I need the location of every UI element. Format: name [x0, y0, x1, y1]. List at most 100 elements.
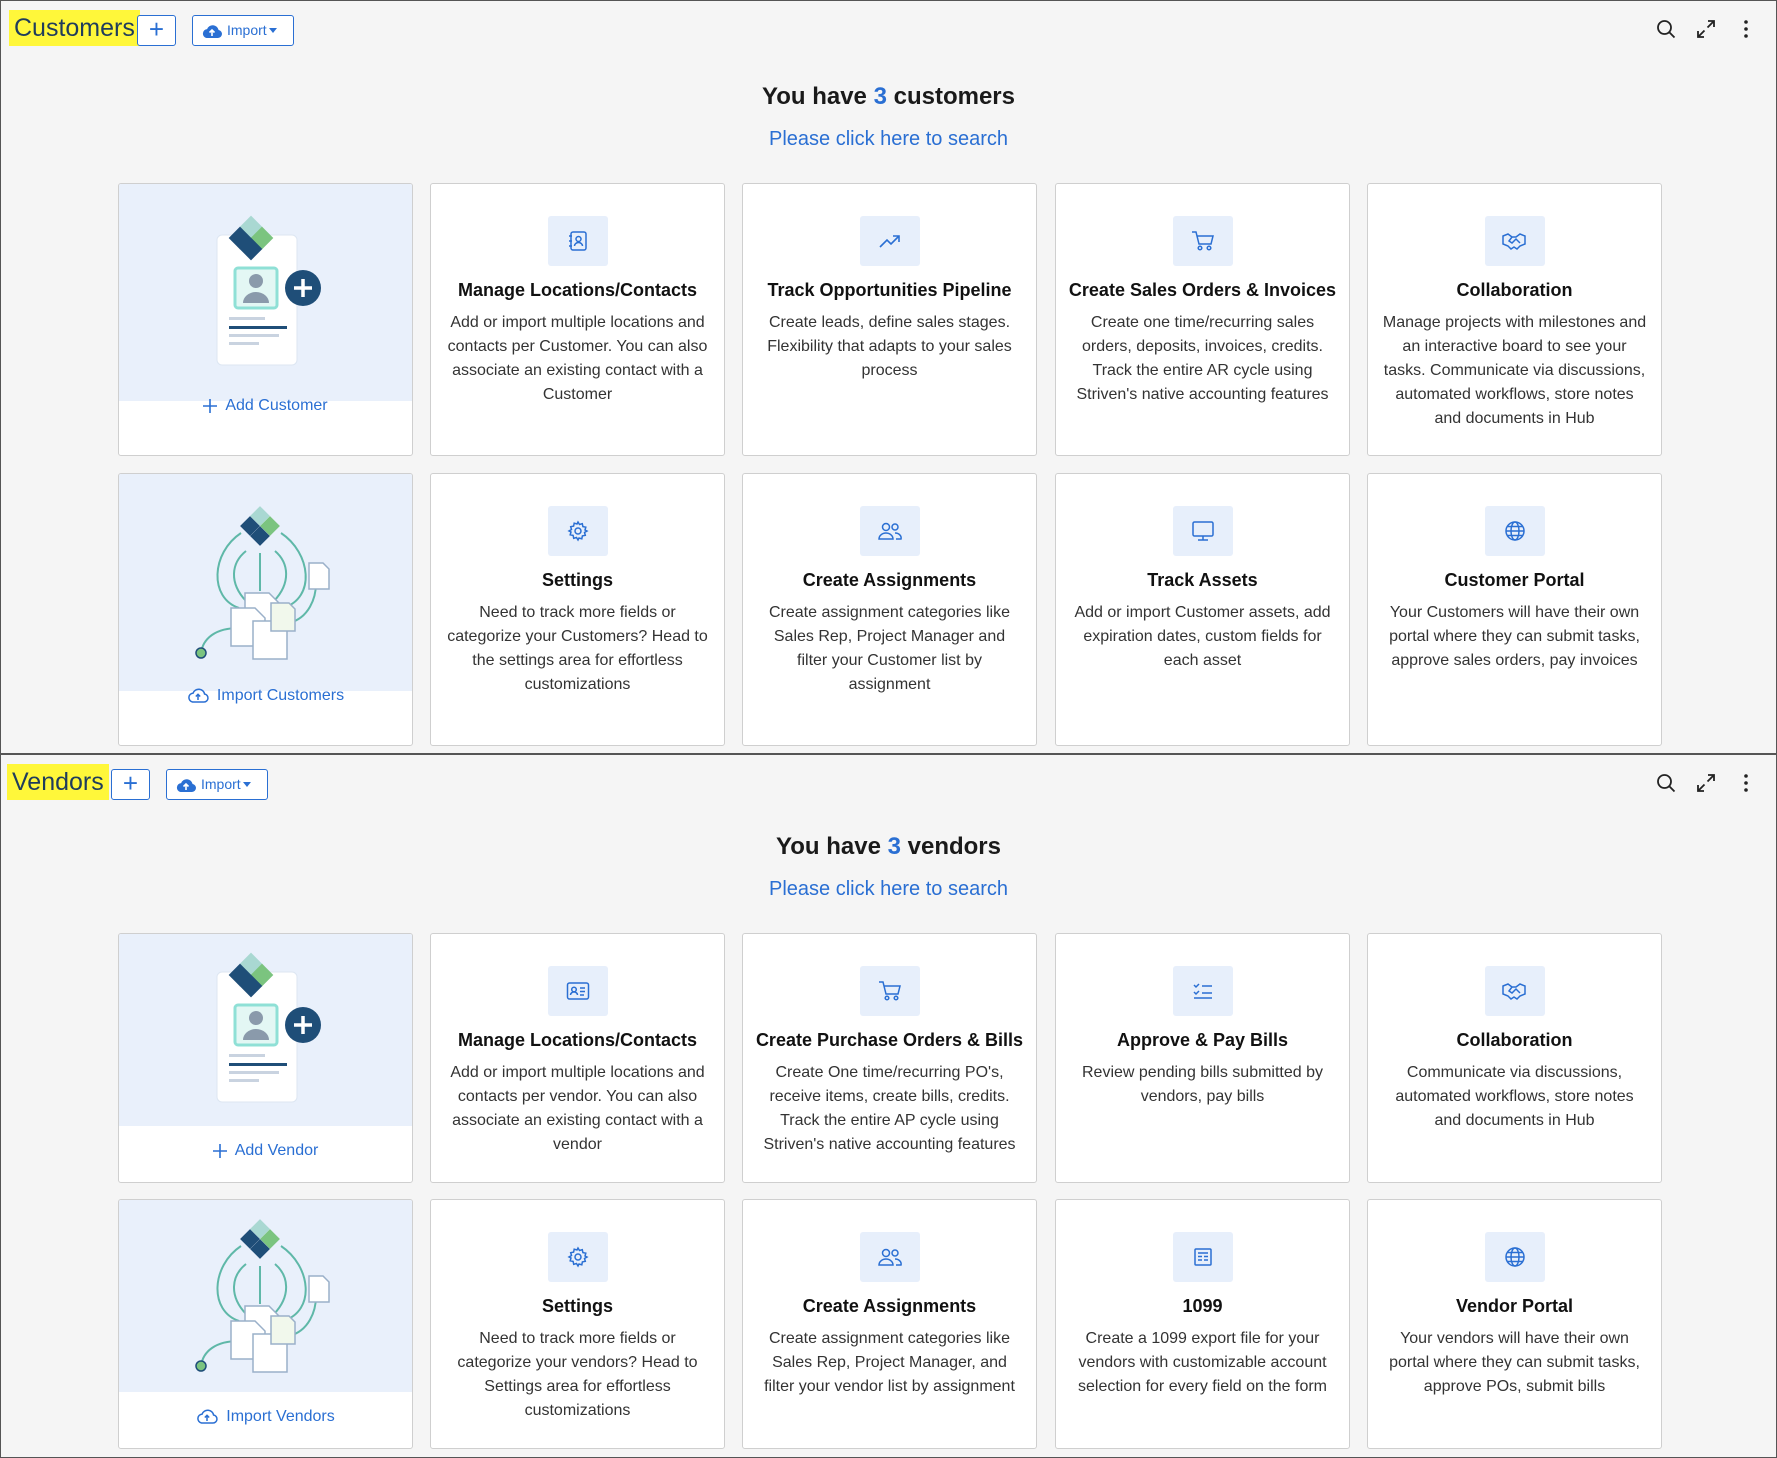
card-title: 1099 [1182, 1296, 1223, 1316]
feature-card-assignments[interactable]: Create Assignments Create assignment cat… [742, 1199, 1037, 1449]
plus-icon [212, 1144, 227, 1163]
checklist-icon [1172, 966, 1233, 1016]
add-customer-link[interactable]: Add Customer [119, 397, 412, 418]
card-description: Add or import multiple locations and con… [450, 1064, 705, 1153]
expand-icon[interactable] [1694, 771, 1718, 795]
import-customers-label: Import Customers [216, 687, 345, 704]
import-dropdown-button[interactable]: Import [166, 769, 268, 800]
card-title: Manage Locations/Contacts [457, 1030, 698, 1050]
card-title: Track Assets [1147, 570, 1258, 590]
feature-card-portal[interactable]: Vendor Portal Your vendors will have the… [1367, 1199, 1662, 1449]
feature-card-manage-contacts[interactable]: Manage Locations/Contacts Add or import … [430, 933, 725, 1183]
card-description: Manage projects with milestones and an i… [1382, 314, 1647, 427]
cloud-upload-icon [176, 779, 196, 792]
gear-icon [547, 1232, 608, 1282]
add-customer-card[interactable]: Add Customer [118, 183, 413, 456]
feature-card-1099[interactable]: 1099 Create a 1099 export file for your … [1055, 1199, 1350, 1449]
vendors-panel: Vendors + Import You have 3 vendors Plea… [0, 754, 1777, 1458]
feature-card-settings[interactable]: Settings Need to track more fields or ca… [430, 1199, 725, 1449]
more-vertical-icon[interactable] [1734, 771, 1758, 795]
import-dropdown-button[interactable]: Import [192, 15, 294, 46]
users-icon [859, 1232, 920, 1282]
customers-panel: Customers + Import You have 3 customers … [0, 0, 1777, 754]
import-customers-link[interactable]: Import Customers [119, 687, 412, 708]
plus-icon [203, 399, 218, 418]
feature-card-manage-contacts[interactable]: Manage Locations/Contacts Add or import … [430, 183, 725, 456]
feature-card-assignments[interactable]: Create Assignments Create assignment cat… [742, 473, 1037, 746]
form-icon [1172, 1232, 1233, 1282]
handshake-icon [1484, 966, 1545, 1016]
card-description: Create a 1099 export file for your vendo… [1077, 1330, 1327, 1395]
monitor-icon [1172, 506, 1233, 556]
feature-card-collaboration[interactable]: Collaboration Communicate via discussion… [1367, 933, 1662, 1183]
add-vendor-label: Add Vendor [234, 1142, 319, 1159]
heading-prefix: You have [761, 83, 867, 110]
add-vendor-card[interactable]: Add Vendor [118, 933, 413, 1183]
chevron-down-icon [268, 28, 277, 33]
heading-suffix: vendors [907, 833, 1001, 860]
customers-titlebar: Customers + Import [1, 1, 1776, 57]
cloud-upload-icon [202, 25, 222, 38]
contact-illustration [119, 934, 412, 1126]
feature-card-purchase-orders[interactable]: Create Purchase Orders & Bills Create On… [742, 933, 1037, 1183]
heading-prefix: You have [776, 833, 881, 860]
card-description: Create assignment categories like Sales … [768, 604, 1010, 693]
card-title: Create Assignments [802, 570, 977, 590]
add-customer-label: Add Customer [225, 397, 328, 414]
card-description: Your vendors will have their own portal … [1389, 1330, 1640, 1395]
heading-suffix: customers [893, 83, 1015, 110]
cloud-upload-icon [196, 1408, 218, 1429]
card-title: Vendor Portal [1455, 1296, 1574, 1316]
add-customer-button[interactable]: + [137, 15, 176, 46]
vendor-count: 3 [887, 833, 901, 860]
card-description: Review pending bills submitted by vendor… [1081, 1064, 1323, 1105]
expand-icon[interactable] [1694, 17, 1718, 41]
feature-card-opportunities[interactable]: Track Opportunities Pipeline Create lead… [742, 183, 1037, 456]
card-description: Communicate via discussions, automated w… [1395, 1064, 1634, 1129]
import-vendors-label: Import Vendors [226, 1408, 335, 1425]
card-description: Need to track more fields or categorize … [457, 1330, 698, 1419]
contact-illustration [119, 184, 412, 401]
import-vendors-card[interactable]: Import Vendors [118, 1199, 413, 1449]
panel-tools [1654, 771, 1758, 795]
card-title: Create Sales Orders & Invoices [1068, 280, 1337, 300]
vendor-count-heading: You have 3 vendors [1, 833, 1776, 861]
import-label: Import [201, 776, 241, 792]
card-description: Add or import multiple locations and con… [447, 314, 708, 403]
vendors-titlebar: Vendors + Import [1, 755, 1776, 811]
search-link[interactable]: Please click here to search [1, 878, 1776, 901]
feature-card-sales-orders[interactable]: Create Sales Orders & Invoices Create on… [1055, 183, 1350, 456]
customer-count-heading: You have 3 customers [1, 83, 1776, 111]
search-link[interactable]: Please click here to search [1, 128, 1776, 151]
contact-card-icon [547, 216, 608, 266]
card-title: Collaboration [1456, 280, 1573, 300]
card-title: Collaboration [1456, 1030, 1573, 1050]
handshake-icon [1484, 216, 1545, 266]
more-vertical-icon[interactable] [1734, 17, 1758, 41]
card-description: Need to track more fields or categorize … [447, 604, 708, 693]
search-icon[interactable] [1654, 771, 1678, 795]
card-title: Track Opportunities Pipeline [767, 280, 1012, 300]
import-vendors-link[interactable]: Import Vendors [119, 1408, 412, 1429]
chevron-down-icon [242, 782, 251, 787]
card-description: Add or import Customer assets, add expir… [1074, 604, 1331, 669]
feature-card-assets[interactable]: Track Assets Add or import Customer asse… [1055, 473, 1350, 746]
feature-card-collaboration[interactable]: Collaboration Manage projects with miles… [1367, 183, 1662, 456]
import-illustration [119, 1200, 412, 1392]
card-title: Settings [541, 570, 613, 590]
search-icon[interactable] [1654, 17, 1678, 41]
add-vendor-button[interactable]: + [111, 769, 150, 800]
panel-title: Vendors [7, 764, 109, 800]
card-title: Settings [541, 1296, 613, 1316]
trend-up-icon [859, 216, 920, 266]
import-label: Import [227, 22, 267, 38]
globe-icon [1484, 506, 1545, 556]
feature-card-settings[interactable]: Settings Need to track more fields or ca… [430, 473, 725, 746]
cart-icon [1172, 216, 1233, 266]
feature-card-pay-bills[interactable]: Approve & Pay Bills Review pending bills… [1055, 933, 1350, 1183]
card-description: Create assignment categories like Sales … [764, 1330, 1015, 1395]
import-customers-card[interactable]: Import Customers [118, 473, 413, 746]
add-vendor-link[interactable]: Add Vendor [119, 1142, 412, 1163]
feature-card-portal[interactable]: Customer Portal Your Customers will have… [1367, 473, 1662, 746]
import-illustration [119, 474, 412, 691]
